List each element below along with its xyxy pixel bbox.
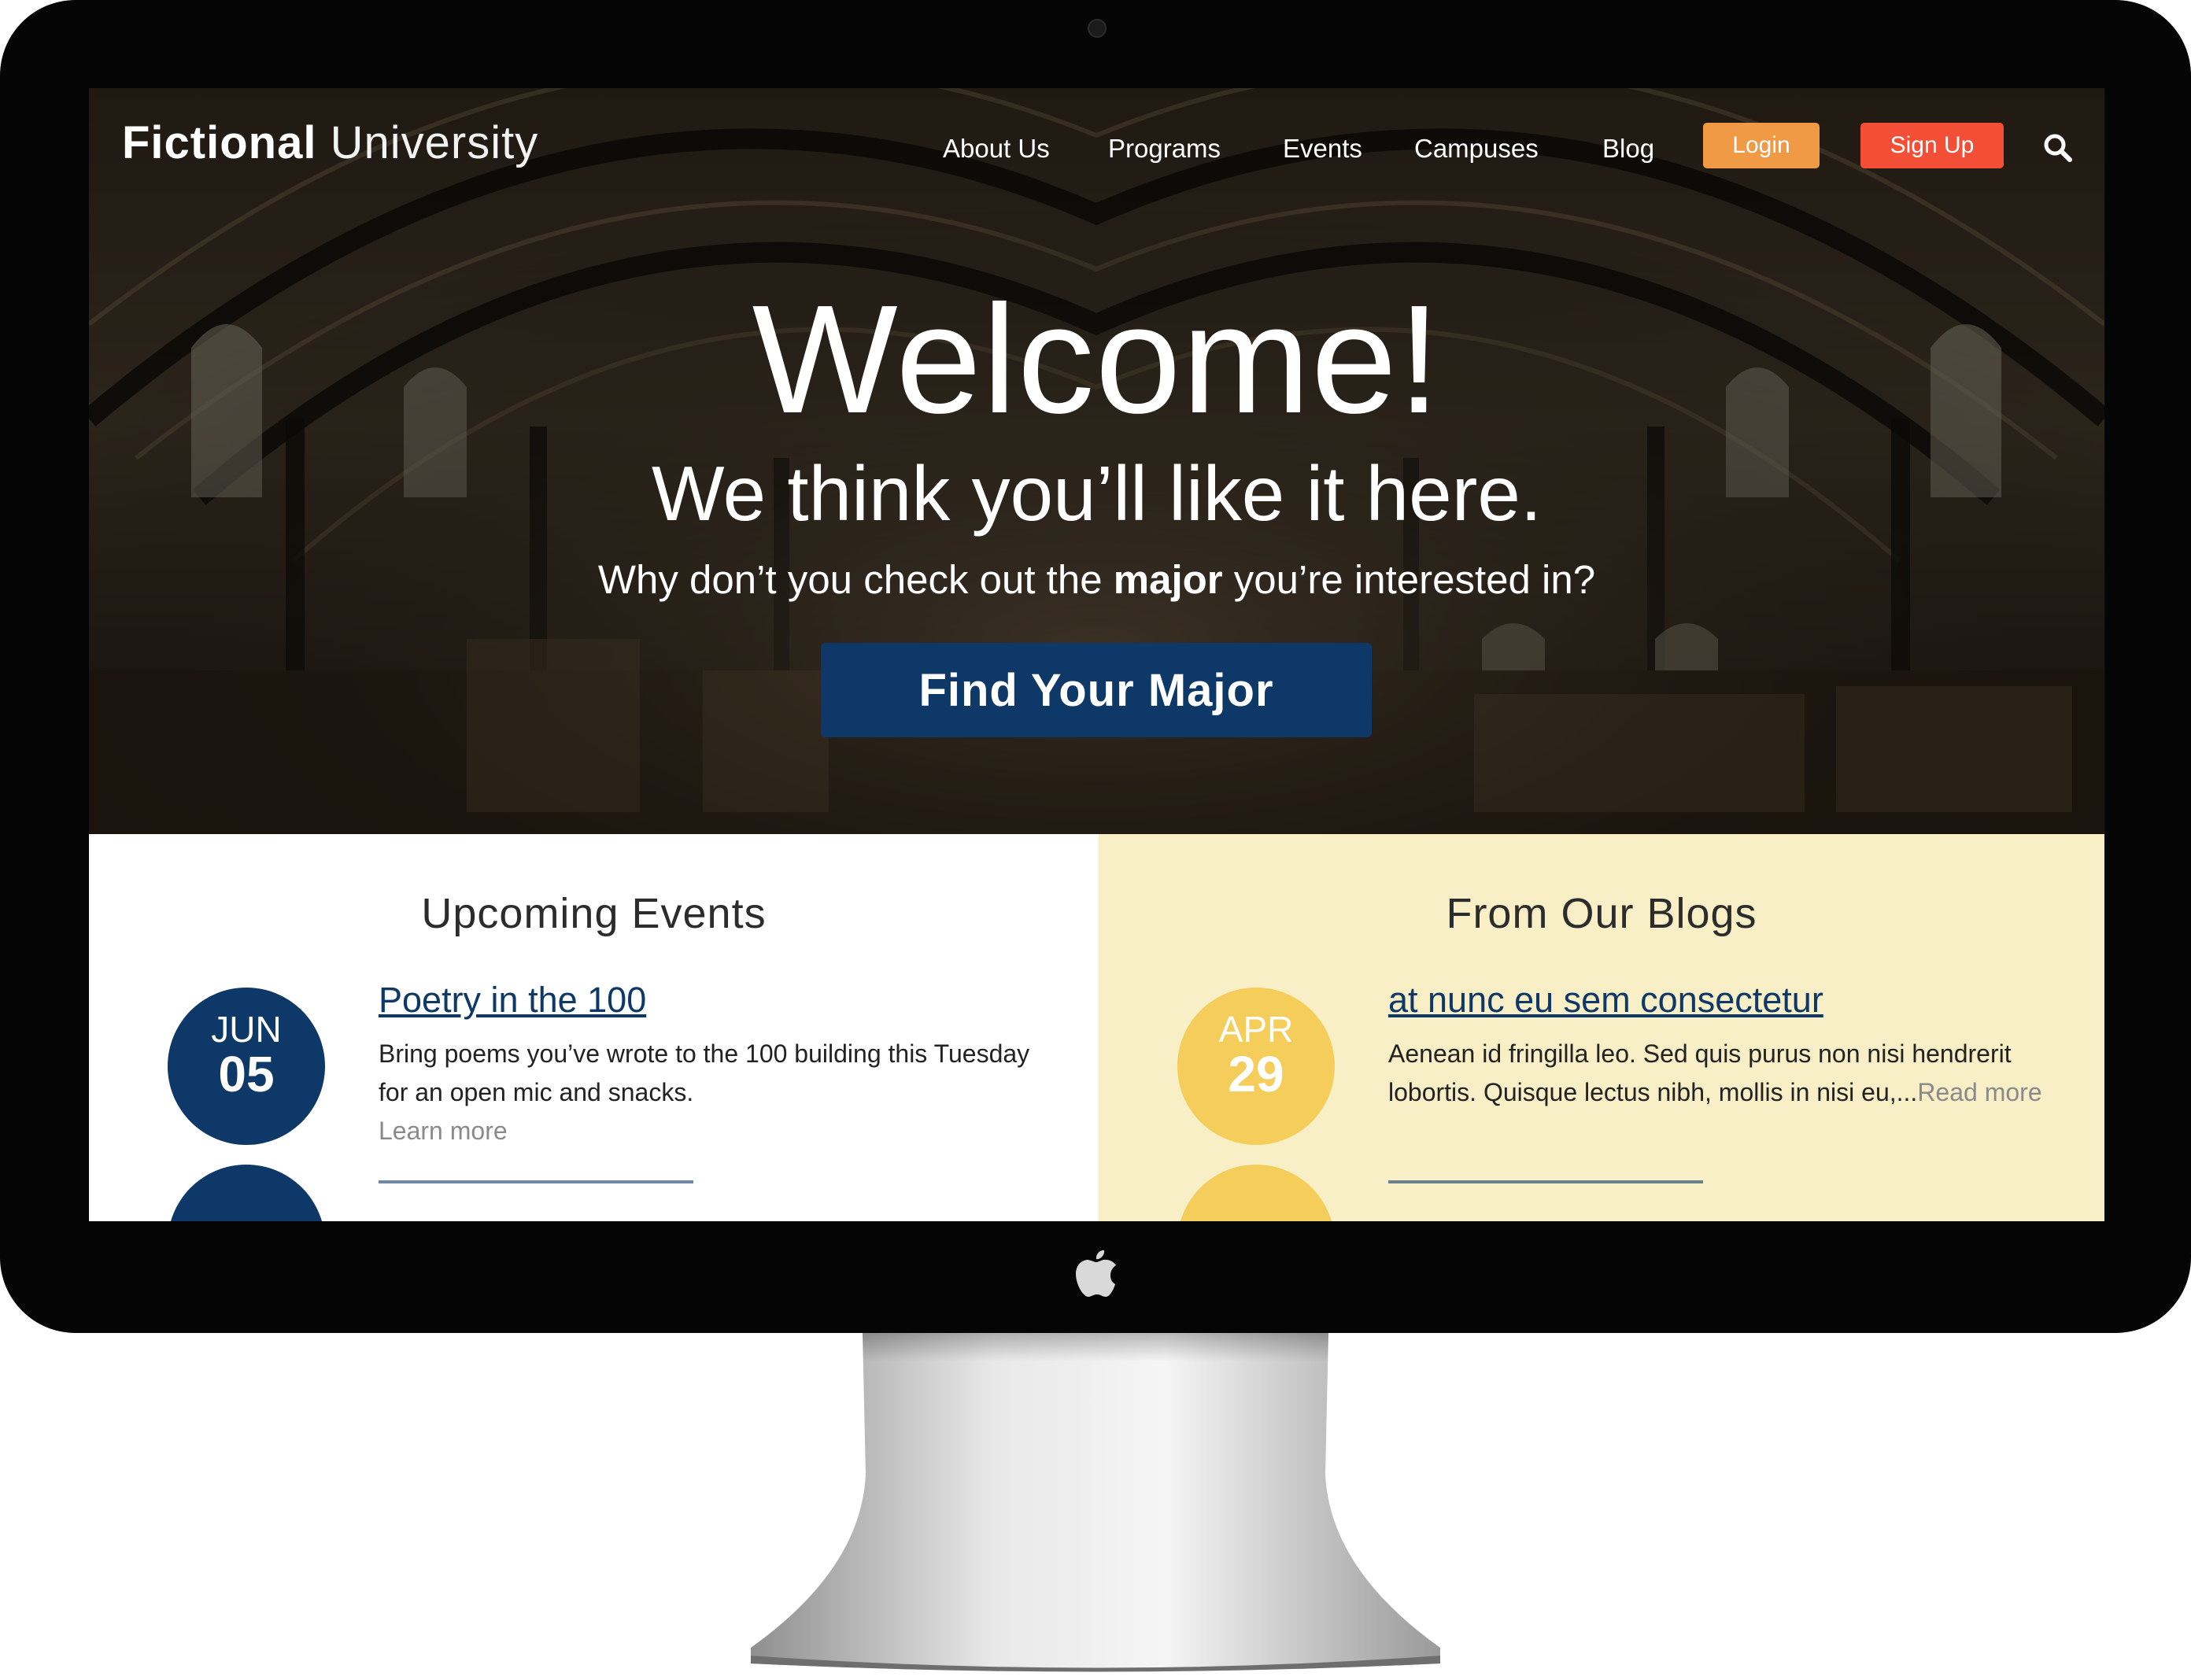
next-blog-title-link[interactable] [1388, 1180, 1703, 1190]
next-event-date-badge[interactable] [168, 1165, 325, 1221]
blog-date-badge[interactable]: APR 29 [1177, 988, 1335, 1145]
nav-about-us[interactable]: About Us [943, 134, 1050, 164]
hero-tagline-bold: major [1113, 557, 1223, 602]
hero-tagline: Why don’t you check out the major you’re… [89, 552, 2104, 607]
hero-section: Fictional University About Us Programs E… [89, 88, 2104, 834]
next-event-title-link[interactable] [379, 1180, 693, 1190]
nav-campuses[interactable]: Campuses [1414, 134, 1539, 164]
main-nav: About Us Programs Events Campuses Blog L… [89, 123, 2104, 178]
nav-blog[interactable]: Blog [1602, 134, 1654, 164]
blog-day: 29 [1228, 1046, 1284, 1102]
upcoming-events-section: Upcoming Events JUN 05 Poetry in the 100… [89, 834, 1099, 1221]
event-summary-text: Bring poems you’ve wrote to the 100 buil… [379, 1039, 1030, 1106]
events-heading: Upcoming Events [421, 890, 767, 937]
hero-tagline-end: you’re interested in? [1222, 557, 1596, 602]
nav-events[interactable]: Events [1283, 134, 1362, 164]
find-your-major-button[interactable]: Find Your Major [821, 643, 1372, 737]
blog-month: APR [1218, 1009, 1294, 1050]
signup-button[interactable]: Sign Up [1860, 123, 2004, 168]
event-date-badge[interactable]: JUN 05 [168, 988, 325, 1145]
browser-screen: Fictional University About Us Programs E… [89, 88, 2104, 1221]
event-title-link[interactable]: Poetry in the 100 [379, 980, 646, 1021]
hero-subtitle: We think you’ll like it here. [651, 450, 1543, 537]
apple-logo-icon [1076, 1250, 1116, 1297]
camera-icon [1088, 19, 1107, 38]
hero-title: Welcome! [752, 273, 1442, 445]
event-day: 05 [218, 1046, 275, 1102]
hero-tagline-start: Why don’t you check out the [597, 557, 1114, 602]
monitor-frame: Fictional University About Us Programs E… [0, 0, 2191, 1333]
blog-read-more-link[interactable]: Read more [1917, 1078, 2041, 1106]
event-month: JUN [211, 1009, 282, 1050]
blog-title-link[interactable]: at nunc eu sem consectetur [1388, 980, 1823, 1021]
monitor-stand [751, 1333, 1440, 1672]
login-button[interactable]: Login [1703, 123, 1820, 168]
blog-posts-section: From Our Blogs APR 29 at nunc eu sem con… [1099, 834, 2104, 1221]
blogs-heading: From Our Blogs [1446, 890, 1757, 937]
event-learn-more-link[interactable]: Learn more [379, 1117, 508, 1145]
search-icon[interactable] [2042, 132, 2074, 164]
nav-programs[interactable]: Programs [1108, 134, 1221, 164]
blog-summary: Aenean id fringilla leo. Sed quis purus … [1388, 1035, 2065, 1112]
next-blog-date-badge[interactable] [1177, 1165, 1335, 1221]
event-summary: Bring poems you’ve wrote to the 100 buil… [379, 1035, 1055, 1150]
